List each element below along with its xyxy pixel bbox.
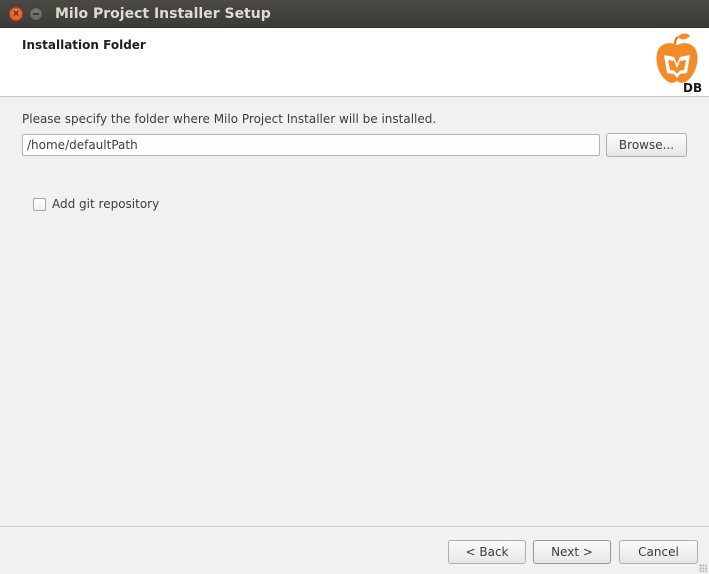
folder-prompt: Please specify the folder where Milo Pro… <box>22 112 437 126</box>
cancel-button[interactable]: Cancel <box>619 540 698 564</box>
git-repository-checkbox[interactable] <box>33 198 46 211</box>
page-title: Installation Folder <box>22 38 146 52</box>
minimize-icon[interactable] <box>29 7 43 21</box>
page-header: Installation Folder DB <box>0 28 709 97</box>
browse-button-label: Browse... <box>618 138 675 152</box>
browse-button[interactable]: Browse... <box>606 133 687 157</box>
cancel-button-label: Cancel <box>638 545 679 559</box>
window-title: Milo Project Installer Setup <box>55 6 271 22</box>
installer-window: × Milo Project Installer Setup Installat… <box>0 0 709 574</box>
next-button[interactable]: Next > <box>533 540 611 564</box>
title-bar[interactable]: × Milo Project Installer Setup <box>0 0 709 28</box>
back-button[interactable]: < Back <box>448 540 526 564</box>
back-button-label: < Back <box>465 545 509 559</box>
apple-db-logo-icon: DB <box>656 33 702 93</box>
footer-divider <box>0 526 709 527</box>
close-icon[interactable]: × <box>9 7 23 21</box>
install-path-input[interactable] <box>22 134 600 156</box>
next-button-label: Next > <box>551 545 593 559</box>
resize-grip-icon[interactable] <box>699 564 707 572</box>
logo-text: DB <box>683 81 702 93</box>
git-repository-label[interactable]: Add git repository <box>52 197 159 211</box>
